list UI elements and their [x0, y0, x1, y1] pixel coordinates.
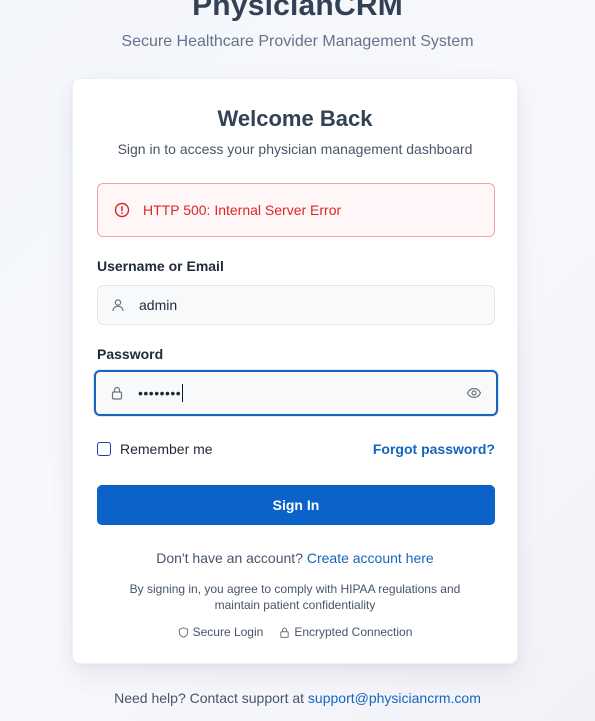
error-message: HTTP 500: Internal Server Error	[143, 202, 342, 218]
support-email-link[interactable]: support@physiciancrm.com	[308, 690, 481, 706]
compliance-line-2: maintain patient confidentiality	[214, 598, 376, 612]
username-label: Username or Email	[97, 258, 224, 274]
help-prompt: Need help? Contact support at	[114, 690, 305, 706]
brand-title: PhysicianCRM	[192, 0, 403, 22]
create-account-link[interactable]: Create account here	[307, 550, 434, 566]
security-badges: Secure Login Encrypted Connection	[73, 625, 517, 639]
secure-login-label: Secure Login	[192, 625, 264, 639]
shield-icon	[178, 626, 189, 638]
error-alert: HTTP 500: Internal Server Error	[97, 183, 495, 237]
password-field[interactable]: ••••••••	[94, 370, 498, 416]
username-field[interactable]: admin	[97, 285, 495, 325]
encrypted-connection-label: Encrypted Connection	[294, 625, 413, 639]
remember-row: Remember me Forgot password?	[97, 439, 495, 459]
user-icon	[111, 298, 125, 312]
signup-prompt: Don't have an account?	[156, 550, 303, 566]
sign-in-button[interactable]: Sign In	[97, 485, 495, 525]
remember-me[interactable]: Remember me	[97, 441, 213, 457]
remember-label[interactable]: Remember me	[120, 441, 213, 457]
brand-subtitle: Secure Healthcare Provider Management Sy…	[121, 33, 474, 50]
username-value: admin	[139, 297, 178, 313]
card-subtitle: Sign in to access your physician managem…	[117, 141, 473, 157]
compliance-notice: By signing in, you agree to comply with …	[113, 581, 477, 613]
encrypted-connection-badge: Encrypted Connection	[279, 625, 412, 639]
forgot-password-link[interactable]: Forgot password?	[373, 441, 495, 457]
compliance-line-1: By signing in, you agree to comply with …	[129, 582, 461, 596]
eye-icon[interactable]	[466, 385, 482, 401]
text-caret	[182, 384, 184, 402]
lock-icon	[110, 386, 124, 400]
password-value: ••••••••	[138, 384, 184, 402]
card-title: Welcome Back	[217, 106, 373, 131]
alert-circle-icon	[114, 202, 130, 218]
password-label: Password	[97, 346, 164, 362]
password-mask: ••••••••	[138, 385, 182, 401]
remember-checkbox[interactable]	[97, 442, 111, 456]
signup-row: Don't have an account? Create account he…	[73, 550, 517, 566]
lock-icon	[279, 627, 290, 638]
help-row: Need help? Contact support at support@ph…	[0, 690, 595, 706]
login-card: Welcome Back Sign in to access your phys…	[72, 78, 518, 664]
secure-login-badge: Secure Login	[178, 625, 264, 639]
